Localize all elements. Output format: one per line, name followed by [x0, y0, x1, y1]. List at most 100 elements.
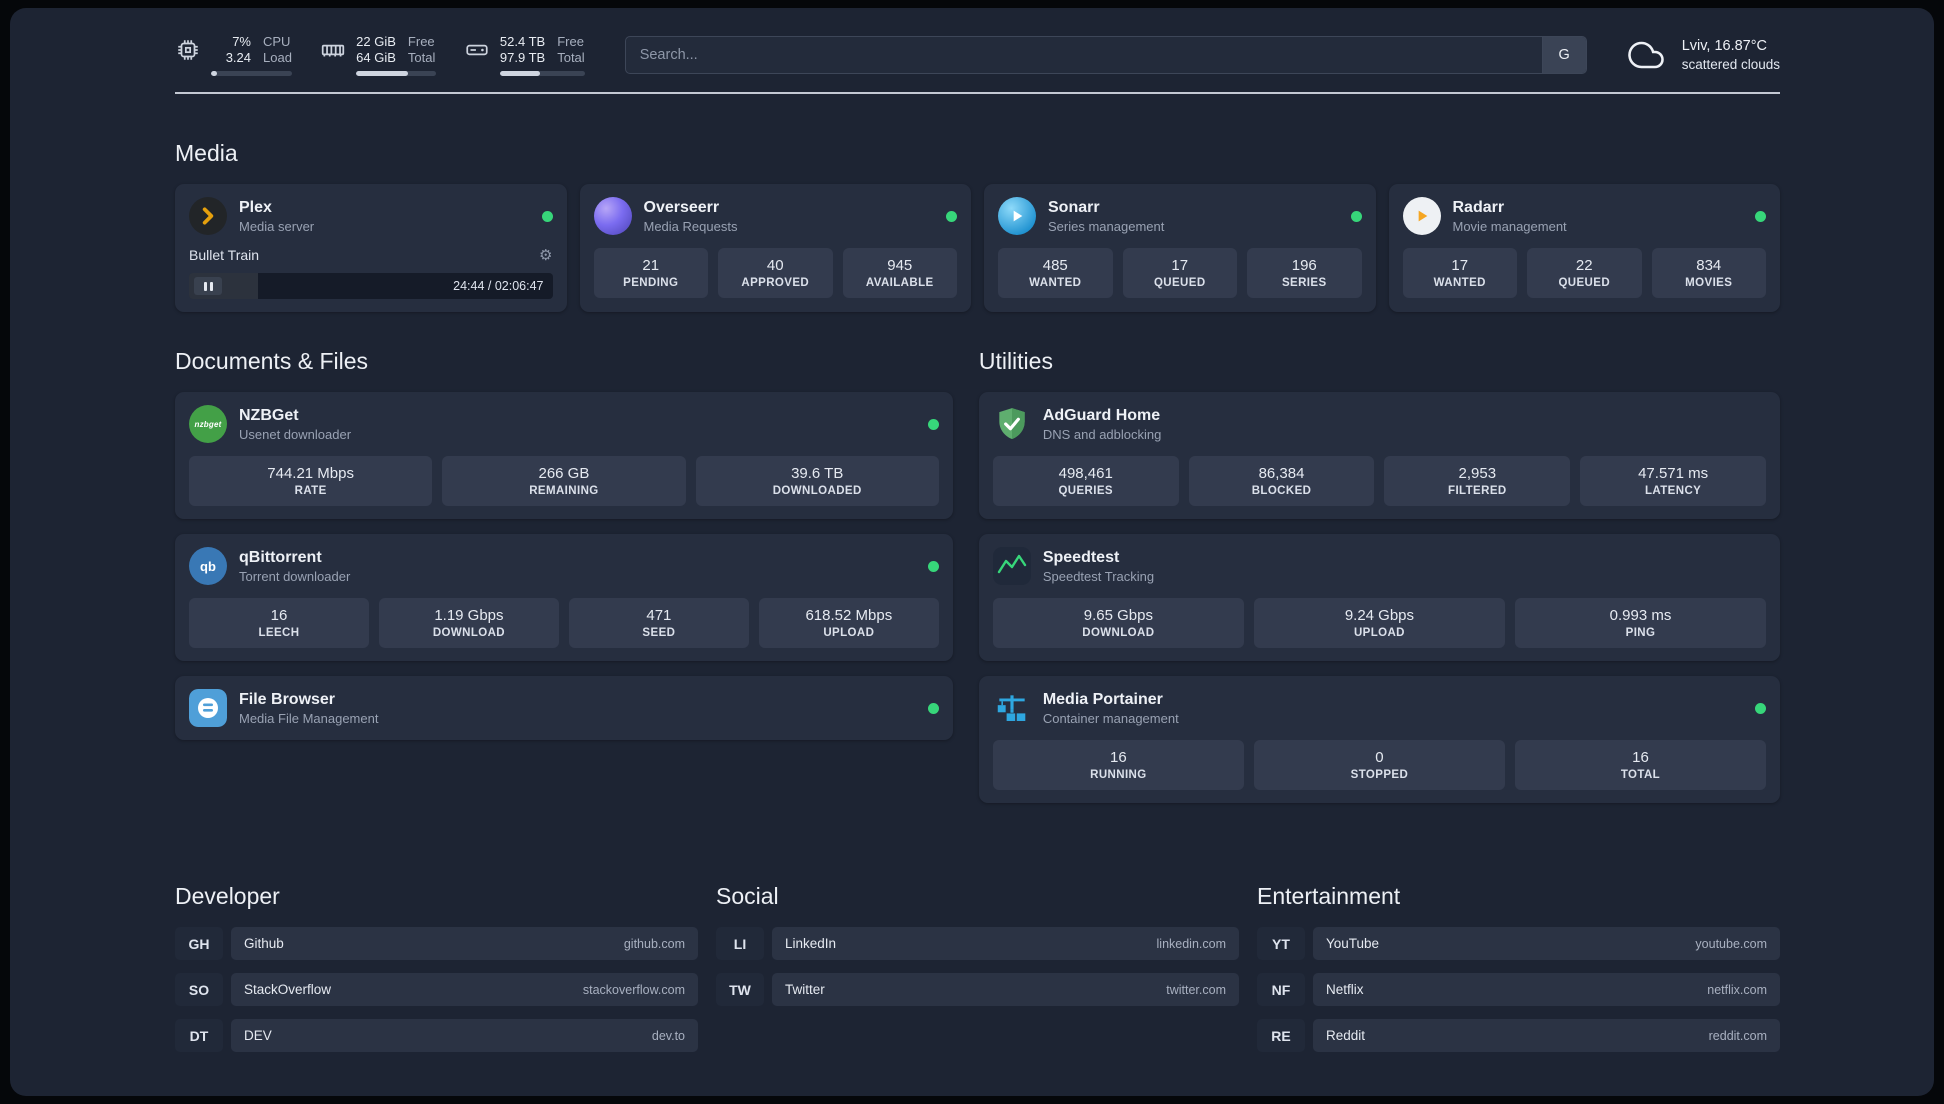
nzbget-icon: nzbget [189, 405, 227, 443]
stat-box: 618.52 Mbps UPLOAD [758, 598, 939, 648]
cpu-label: CPU [263, 34, 291, 49]
bookmark-stackoverflow[interactable]: SO StackOverflow stackoverflow.com [175, 973, 698, 1006]
memory-free-value: 22 GiB [356, 34, 396, 49]
sonarr-icon [998, 197, 1036, 235]
bookmark-linkedin[interactable]: LI LinkedIn linkedin.com [716, 927, 1239, 960]
app-name: Speedtest [1042, 548, 1120, 566]
top-bar: 7% 3.24 CPU Load 22 GiB 64 GiB Free Tota… [175, 34, 1780, 76]
qbittorrent-card[interactable]: qb qBittorrent Torrent downloader 16 LEE… [175, 534, 953, 661]
memory-usage-bar [355, 71, 436, 76]
app-name: Plex [239, 198, 272, 216]
bookmark-name: StackOverflow [244, 982, 332, 997]
stat-box: 744.21 Mbps RATE [189, 456, 433, 506]
status-dot [1755, 702, 1766, 714]
memory-widget: 22 GiB 64 GiB Free Total [320, 34, 436, 76]
stat-label: QUERIES [1058, 485, 1113, 497]
stat-box: 266 GB REMAINING [442, 456, 686, 506]
app-name: NZBGet [239, 406, 299, 424]
bookmark-netflix[interactable]: NF Netflix netflix.com [1257, 973, 1780, 1006]
search-input[interactable] [625, 37, 1542, 73]
stat-label: PING [1625, 627, 1656, 639]
memory-free-label: Free [407, 34, 435, 49]
bookmark-name: Github [244, 936, 284, 951]
stat-label: UPLOAD [823, 627, 875, 639]
stat-box: 22 QUEUED [1527, 248, 1642, 298]
speedtest-card[interactable]: Speedtest Speedtest Tracking 9.65 Gbps D… [978, 534, 1780, 661]
cpu-load-label: Load [263, 50, 292, 65]
weather-widget[interactable]: Lviv, 16.87°C scattered clouds [1623, 37, 1780, 73]
bookmark-group-entertainment: Entertainment YT YouTube youtube.com NF … [1257, 883, 1780, 1052]
section-title-media: Media [175, 140, 238, 166]
stat-label: RUNNING [1090, 769, 1147, 781]
cpu-load-value: 3.24 [225, 50, 251, 65]
stat-label: UPLOAD [1353, 627, 1405, 639]
stat-label: AVAILABLE [865, 277, 934, 289]
stat-label: PENDING [623, 277, 679, 289]
bookmark-group-developer: Developer GH Github github.com SO StackO… [175, 883, 698, 1052]
app-name: AdGuard Home [1042, 406, 1161, 424]
stat-box: 17 WANTED [1402, 248, 1517, 298]
bookmark-abbr: GH [175, 927, 223, 960]
app-name: File Browser [239, 690, 336, 708]
bookmark-domain: dev.to [651, 1028, 685, 1043]
stat-value: 21 [642, 257, 660, 274]
stat-label: DOWNLOAD [1082, 627, 1155, 639]
bookmark-abbr: NF [1257, 973, 1305, 1006]
bookmark-name: LinkedIn [785, 936, 837, 951]
bookmark-name: Reddit [1326, 1028, 1366, 1043]
stat-value: 39.6 TB [791, 465, 844, 482]
portainer-stats: 16 RUNNING 0 STOPPED 16 TOTAL [992, 740, 1767, 790]
stat-label: WANTED [1433, 277, 1486, 289]
status-dot [1755, 210, 1766, 222]
playback-progress-bar[interactable]: 24:44 / 02:06:47 [189, 273, 553, 299]
filebrowser-card[interactable]: File Browser Media File Management [175, 676, 953, 740]
section-documents: Documents & Files nzbget NZBGet Usenet d… [175, 348, 953, 803]
qbittorrent-stats: 16 LEECH 1.19 Gbps DOWNLOAD 471 SEED 618… [189, 598, 939, 648]
bookmark-youtube[interactable]: YT YouTube youtube.com [1257, 927, 1780, 960]
stat-box: 47.571 ms LATENCY [1580, 456, 1767, 506]
app-subtitle: Media File Management [239, 710, 379, 726]
bookmark-dev[interactable]: DT DEV dev.to [175, 1019, 698, 1052]
bookmark-twitter[interactable]: TW Twitter twitter.com [716, 973, 1239, 1006]
stat-value: 471 [646, 607, 672, 624]
stat-value: 618.52 Mbps [805, 607, 893, 624]
stat-value: 16 [1632, 749, 1649, 766]
bookmark-github[interactable]: GH Github github.com [175, 927, 698, 960]
stat-box: 86,384 BLOCKED [1188, 456, 1375, 506]
stat-value: 17 [1171, 257, 1189, 274]
nzbget-stats: 744.21 Mbps RATE 266 GB REMAINING 39.6 T… [189, 456, 939, 506]
search-provider-button[interactable]: G [1541, 37, 1586, 73]
app-subtitle: Container management [1042, 710, 1179, 726]
radarr-card[interactable]: Radarr Movie management 17 WANTED 22 QUE… [1388, 184, 1780, 312]
system-stats: 7% 3.24 CPU Load 22 GiB 64 GiB Free Tota… [175, 34, 585, 76]
portainer-card[interactable]: Media Portainer Container management 16 … [978, 676, 1780, 803]
stat-label: FILTERED [1448, 485, 1507, 497]
nzbget-card[interactable]: nzbget NZBGet Usenet downloader 744.21 M… [175, 392, 953, 519]
status-dot [927, 560, 939, 572]
cpu-widget: 7% 3.24 CPU Load [175, 34, 292, 76]
stat-label: SEED [642, 627, 676, 639]
stat-label: QUEUED [1153, 277, 1206, 289]
bookmark-name: YouTube [1326, 936, 1380, 951]
bookmark-reddit[interactable]: RE Reddit reddit.com [1257, 1019, 1780, 1052]
pause-icon[interactable] [194, 277, 222, 295]
stat-box: 40 APPROVED [718, 248, 833, 298]
adguard-card[interactable]: AdGuard Home DNS and adblocking 498,461 … [978, 392, 1780, 519]
plex-card[interactable]: Plex Media server Bullet Train ⚙ 24:44 /… [175, 184, 567, 312]
playback-time: 24:44 / 02:06:47 [453, 279, 544, 293]
status-dot [946, 210, 957, 222]
section-title-documents: Documents & Files [175, 348, 369, 374]
gear-icon[interactable]: ⚙ [539, 246, 552, 264]
stat-label: DOWNLOADED [772, 485, 862, 497]
stat-label: QUEUED [1558, 277, 1611, 289]
disk-total-label: Total [557, 50, 585, 65]
adguard-shield-icon [993, 405, 1031, 443]
stat-value: 9.65 Gbps [1083, 607, 1153, 624]
stat-box: 9.65 Gbps DOWNLOAD [992, 598, 1244, 648]
app-name: Sonarr [1048, 198, 1100, 216]
search-bar: G [624, 36, 1587, 74]
overseerr-card[interactable]: Overseerr Media Requests 21 PENDING 40 A… [579, 184, 971, 312]
sonarr-card[interactable]: Sonarr Series management 485 WANTED 17 Q… [984, 184, 1376, 312]
bookmark-abbr: SO [175, 973, 223, 1006]
stat-value: 47.571 ms [1638, 465, 1709, 482]
